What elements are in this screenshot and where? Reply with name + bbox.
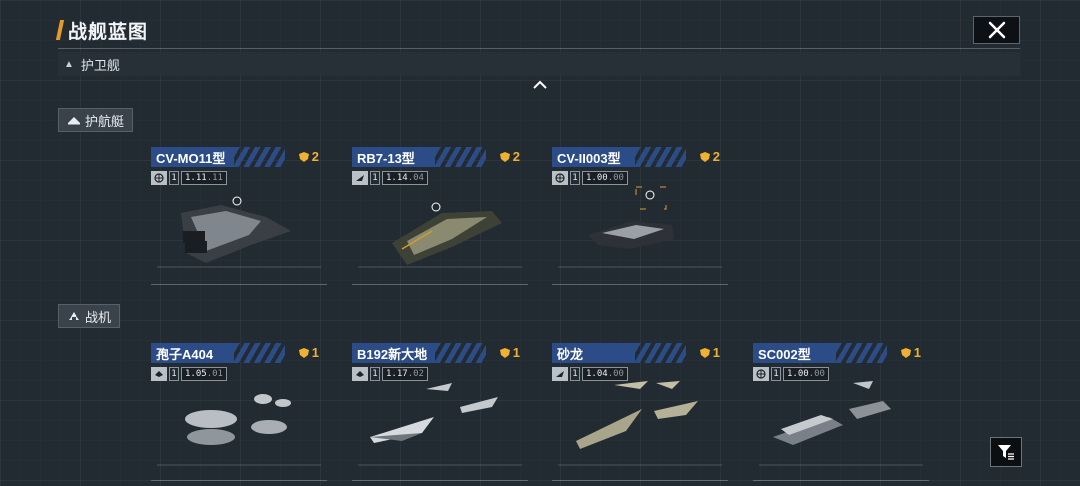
rank-value: 1 (913, 345, 921, 360)
rank-value: 2 (311, 149, 319, 164)
section-label: 护航艇 (85, 113, 125, 129)
rank-badge-icon (699, 151, 711, 162)
version-main: 1.04 (586, 369, 608, 379)
version-main: 1.17 (386, 369, 408, 379)
rank-badge-icon (900, 347, 912, 358)
category-label: 护卫舰 (80, 57, 120, 73)
rank-value: 2 (512, 149, 520, 164)
section-label: 战机 (85, 309, 112, 325)
version-sub: .00 (607, 173, 624, 183)
version-main: 1.05 (185, 369, 207, 379)
rank-value: 1 (512, 345, 520, 360)
card-baseline (352, 284, 528, 285)
card-baseline (552, 284, 728, 285)
ship-illustration (157, 196, 321, 268)
filter-button[interactable] (990, 437, 1022, 467)
version-sub: .00 (607, 369, 624, 379)
version-sub: .02 (407, 369, 424, 379)
ship-illustration (558, 186, 722, 268)
collapse-button[interactable] (530, 78, 550, 92)
ship-card[interactable]: CV-II003型 2 1 1.00.00 (552, 147, 728, 285)
ship-name: 孢子A404 (151, 343, 285, 363)
ship-illustration (759, 381, 923, 466)
rank-value: 1 (712, 345, 720, 360)
ship-rank: 1 (699, 345, 720, 360)
rank-badge-icon (499, 151, 511, 162)
ship-name: CV-MO11型 (151, 147, 285, 167)
filter-icon (998, 445, 1014, 460)
card-baseline (352, 480, 528, 481)
section-tag-fighter[interactable]: 战机 (58, 304, 121, 328)
rank-badge-icon (298, 151, 310, 162)
page-title: 战舰蓝图 (68, 21, 149, 43)
rank-value: 2 (712, 149, 720, 164)
ship-card[interactable]: B192新大地 1 1 1.17.02 (352, 343, 528, 481)
chevron-up-icon (533, 80, 547, 89)
version-main: 1.11 (185, 173, 207, 183)
fighter-icon (67, 311, 81, 321)
page-header: 战舰蓝图 (55, 16, 149, 44)
ship-illustration (358, 202, 522, 268)
section-tag-escort[interactable]: 护航艇 (58, 108, 134, 132)
ship-name: 砂龙 (552, 343, 686, 363)
header-divider (58, 48, 1020, 49)
rank-badge-icon (298, 347, 310, 358)
ship-illustration (558, 381, 722, 466)
version-sub: .00 (808, 369, 825, 379)
ship-rank: 1 (298, 345, 319, 360)
escort-icon (67, 115, 81, 125)
rank-badge-icon (699, 347, 711, 358)
ship-rank: 2 (499, 149, 520, 164)
version-main: 1.14 (386, 173, 408, 183)
ship-rank: 2 (298, 149, 319, 164)
version-main: 1.00 (787, 369, 809, 379)
ship-illustration (358, 383, 522, 466)
close-icon (988, 21, 1005, 39)
version-sub: .11 (206, 173, 223, 183)
version-sub: .04 (407, 173, 424, 183)
rank-badge-icon (499, 347, 511, 358)
ship-rank: 2 (699, 149, 720, 164)
card-baseline (151, 480, 327, 481)
ship-name: SC002型 (753, 343, 887, 363)
ship-illustration (157, 394, 321, 466)
card-baseline (151, 284, 327, 285)
rank-value: 1 (311, 345, 319, 360)
version-sub: .01 (206, 369, 223, 379)
ship-card[interactable]: SC002型 1 1 1.00.00 (753, 343, 929, 481)
card-baseline (753, 480, 929, 481)
ship-card[interactable]: RB7-13型 2 1 1.14.04 (352, 147, 528, 285)
ship-card[interactable]: CV-MO11型 2 1 1.11.11 (151, 147, 327, 285)
title-accent-bar (55, 20, 65, 40)
card-baseline (552, 480, 728, 481)
category-header-frigate[interactable]: ▲ 护卫舰 (58, 52, 1020, 76)
ship-rank: 1 (499, 345, 520, 360)
triangle-up-icon: ▲ (64, 58, 74, 70)
version-main: 1.00 (586, 173, 608, 183)
ship-name: CV-II003型 (552, 147, 686, 167)
ship-name: RB7-13型 (352, 147, 486, 167)
ship-rank: 1 (900, 345, 921, 360)
ship-name: B192新大地 (352, 343, 486, 363)
ship-card[interactable]: 孢子A404 1 1 1.05.01 (151, 343, 327, 481)
close-button[interactable] (973, 16, 1020, 44)
ship-card[interactable]: 砂龙 1 1 1.04.00 (552, 343, 728, 481)
